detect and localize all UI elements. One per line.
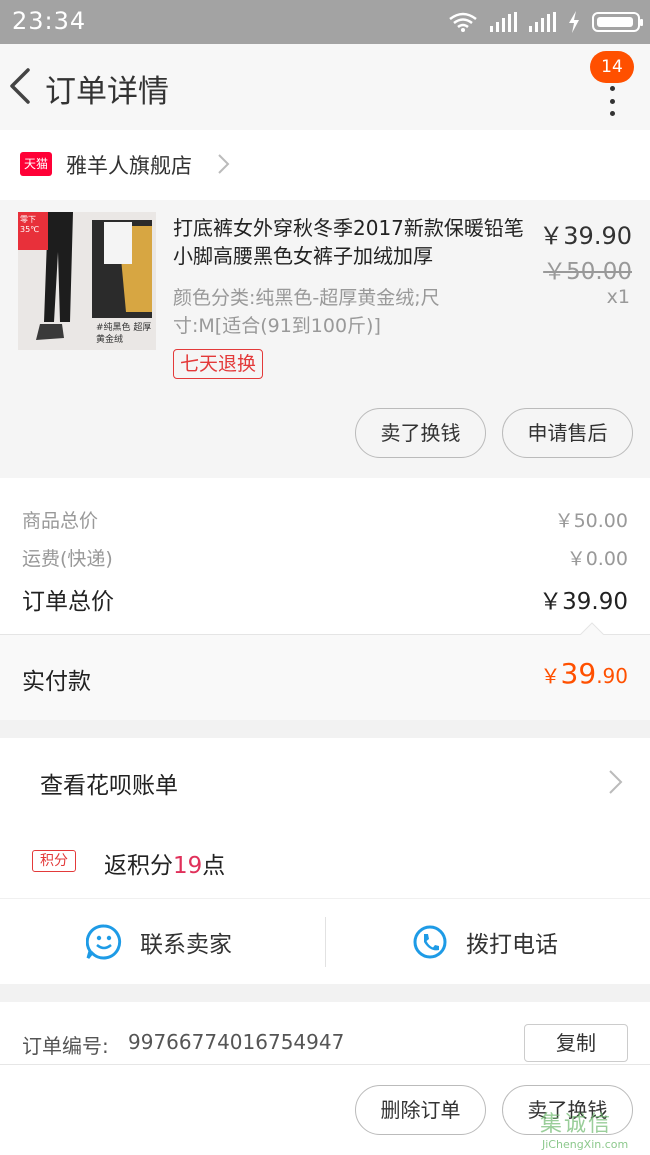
watermark: 集诚信 JiChengXin.com <box>530 1100 646 1152</box>
product-quantity: x1 <box>606 286 630 308</box>
product-image[interactable]: 零下35℃ #纯黑色 超厚黄金绒 <box>18 212 156 350</box>
chevron-right-icon <box>609 770 623 794</box>
watermark-url: JiChengXin.com <box>542 1138 629 1151</box>
order-total-row: 订单总价 ￥39.90 <box>22 582 628 616</box>
status-bar: 23:34 <box>0 0 650 44</box>
order-number-label: 订单编号: <box>22 1034 109 1058</box>
price-summary: 商品总价 ￥50.00 运费(快递) ￥0.00 订单总价 ￥39.90 <box>0 478 650 634</box>
actual-payment-label: 实付款 <box>22 669 91 695</box>
store-name: 雅羊人旗舰店 <box>66 154 192 178</box>
nav-bar: 订单详情 <box>0 44 650 130</box>
order-number-value: 99766774016754947 <box>128 1030 345 1054</box>
currency-symbol: ￥ <box>540 664 561 688</box>
delete-order-button[interactable]: 删除订单 <box>355 1085 486 1135</box>
actual-payment-row: 实付款 ￥39.90 <box>0 634 650 720</box>
chevron-right-icon <box>218 154 230 174</box>
copy-button[interactable]: 复制 <box>524 1024 628 1062</box>
product-image-caption: #纯黑色 超厚黄金绒 <box>96 323 152 345</box>
huabei-bill-label: 查看花呗账单 <box>40 773 178 799</box>
shipping-value: ￥0.00 <box>566 548 628 570</box>
order-total-value: ￥39.90 <box>539 589 628 615</box>
phone-icon <box>413 925 447 959</box>
return-policy-tag: 七天退换 <box>173 349 264 379</box>
call-phone-label: 拨打电话 <box>466 932 558 958</box>
product-price: ￥39.90 <box>539 222 632 250</box>
product-image-tag: 零下35℃ <box>18 212 48 250</box>
store-row[interactable]: 天猫 雅羊人旗舰店 <box>0 130 650 200</box>
sell-for-cash-button[interactable]: 卖了换钱 <box>355 408 486 458</box>
product-card: 零下35℃ #纯黑色 超厚黄金绒 打底裤女外穿秋冬季2017新款保暖铅笔小脚高腰… <box>0 200 650 478</box>
signal-icon <box>490 12 517 32</box>
status-icons <box>448 10 643 34</box>
status-time: 23:34 <box>12 7 87 35</box>
notification-badge: 14 <box>590 51 634 83</box>
more-menu-icon[interactable] <box>608 86 616 116</box>
page-title: 订单详情 <box>45 74 169 110</box>
actual-payment-amount: ￥39.90 <box>541 657 628 690</box>
contact-bar: 联系卖家 拨打电话 <box>0 898 650 984</box>
chat-bubble-icon <box>86 924 122 960</box>
signal-icon-2 <box>529 12 556 32</box>
call-phone-button[interactable]: 拨打电话 <box>412 899 558 985</box>
contact-seller-label: 联系卖家 <box>140 932 232 958</box>
goods-total-row: 商品总价 ￥50.00 <box>22 506 628 533</box>
watermark-main: 集诚信 <box>540 1112 613 1137</box>
back-arrow-icon[interactable] <box>6 66 36 106</box>
points-icon: 积分 <box>32 850 76 872</box>
shipping-row: 运费(快递) ￥0.00 <box>22 544 628 571</box>
apply-aftersale-button[interactable]: 申请售后 <box>502 408 633 458</box>
charging-icon <box>569 11 579 33</box>
battery-icon <box>592 12 643 32</box>
caret-up-icon <box>580 622 604 635</box>
product-spec: 颜色分类:纯黑色-超厚黄金绒;尺寸:M[适合(91到100斤)] <box>173 287 440 337</box>
order-total-label: 订单总价 <box>22 589 114 615</box>
product-original-price: ￥50.00 <box>543 259 632 285</box>
tmall-icon: 天猫 <box>20 152 52 176</box>
points-text: 返积分19点 <box>104 846 225 880</box>
shipping-label: 运费(快递) <box>22 548 113 570</box>
amount-decimal: .90 <box>596 664 628 688</box>
wifi-icon <box>449 12 477 32</box>
goods-total-value: ￥50.00 <box>554 510 628 532</box>
amount-integer: 39 <box>560 657 597 690</box>
huabei-bill-row[interactable]: 查看花呗账单 <box>0 738 650 824</box>
points-prefix: 返积分 <box>104 853 173 879</box>
points-suffix: 点 <box>202 853 226 879</box>
order-number-row: 订单编号: 99766774016754947 复制 <box>0 1002 650 1064</box>
contact-seller-button[interactable]: 联系卖家 <box>86 899 232 985</box>
points-count: 19 <box>173 853 203 879</box>
goods-total-label: 商品总价 <box>22 510 99 532</box>
product-title[interactable]: 打底裤女外穿秋冬季2017新款保暖铅笔小脚高腰黑色女裤子加绒加厚 <box>173 214 533 270</box>
divider <box>325 917 326 967</box>
points-row: 积分 返积分19点 <box>0 824 650 898</box>
